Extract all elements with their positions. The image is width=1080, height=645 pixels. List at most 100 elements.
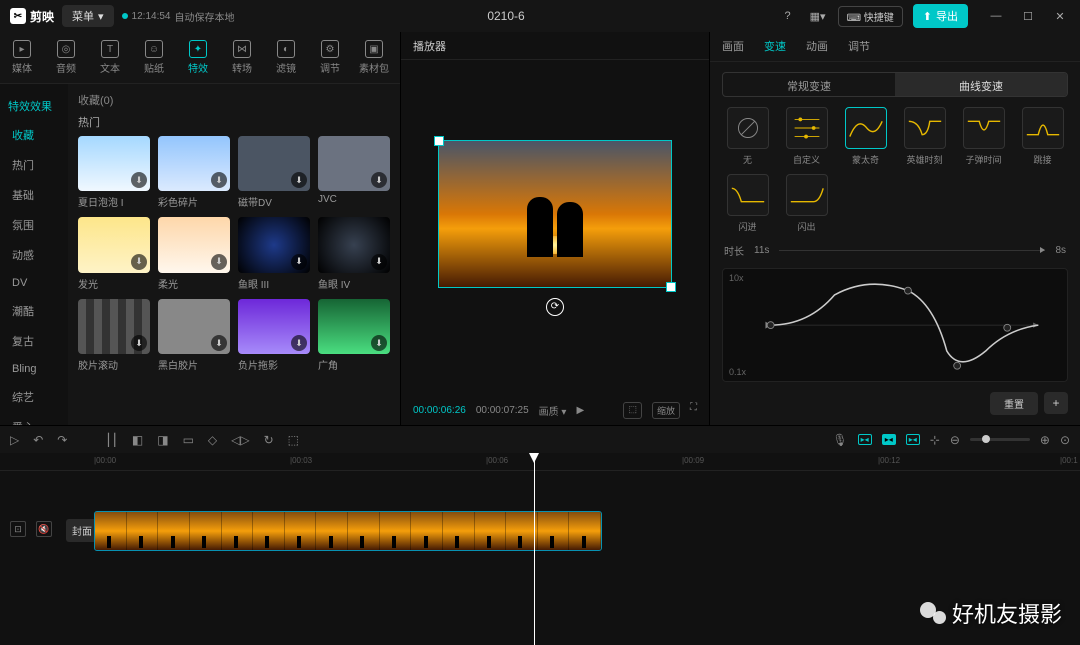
download-icon[interactable]: ⬇ <box>371 172 387 188</box>
curve-jump[interactable]: 跳接 <box>1017 107 1068 166</box>
snap-track-icon[interactable]: ▸◂ <box>906 434 920 445</box>
prop-tab-speed[interactable]: 变速 <box>764 38 786 54</box>
redo-icon[interactable]: ↷ <box>57 433 67 447</box>
effect-item[interactable]: ⬇鱼眼 III <box>238 217 310 290</box>
cat-retro[interactable]: 复古 <box>0 326 68 356</box>
menu-button[interactable]: 菜单 ▾ <box>62 5 114 27</box>
download-icon[interactable]: ⬇ <box>131 335 147 351</box>
freeze-icon[interactable]: ◇ <box>208 433 217 447</box>
download-icon[interactable]: ⬇ <box>371 254 387 270</box>
effect-item[interactable]: ⬇负片拖影 <box>238 299 310 372</box>
prop-tab-anim[interactable]: 动画 <box>806 38 828 54</box>
split-icon[interactable]: ⎮⎮ <box>105 433 118 447</box>
effect-item[interactable]: ⬇鱼眼 IV <box>318 217 390 290</box>
download-icon[interactable]: ⬇ <box>371 335 387 351</box>
download-icon[interactable]: ⬇ <box>291 335 307 351</box>
curve-montage[interactable]: 蒙太奇 <box>840 107 891 166</box>
cat-bling[interactable]: Bling <box>0 356 68 382</box>
layout-icon[interactable]: ▦▾ <box>808 6 828 26</box>
effect-item[interactable]: ⬇黑白胶片 <box>158 299 230 372</box>
help-icon[interactable]: ? <box>778 6 798 26</box>
selection-tool-icon[interactable]: ▷ <box>10 433 19 447</box>
delete-right-icon[interactable]: ◨ <box>157 433 168 447</box>
compare-icon[interactable]: ⬚ <box>623 402 642 419</box>
zoom-fit-icon[interactable]: ⊙ <box>1060 433 1070 447</box>
effect-item[interactable]: ⬇广角 <box>318 299 390 372</box>
lock-track-icon[interactable]: ⊡ <box>10 521 26 537</box>
rotate-icon[interactable]: ↻ <box>264 433 274 447</box>
snap-on-icon[interactable]: ▸◂ <box>882 434 896 445</box>
zoom-out-icon[interactable]: ⊖ <box>950 433 960 447</box>
tab-media[interactable]: ▸媒体 <box>0 32 44 83</box>
cat-heart[interactable]: 爱心 <box>0 412 68 425</box>
zoom-slider[interactable] <box>970 438 1030 441</box>
export-button[interactable]: ⬆ 导出 <box>913 4 968 28</box>
snap-main-icon[interactable]: ▸◂ <box>858 434 872 445</box>
quality-dropdown[interactable]: 画质 ▾ <box>539 403 567 418</box>
mirror-icon[interactable]: ◁▷ <box>231 433 249 447</box>
reset-button[interactable]: 重置 <box>990 392 1038 415</box>
video-clip[interactable] <box>94 511 602 551</box>
prop-tab-picture[interactable]: 画面 <box>722 38 744 54</box>
effect-item[interactable]: ⬇发光 <box>78 217 150 290</box>
effect-item[interactable]: ⬇彩色碎片 <box>158 136 230 209</box>
cat-favorites[interactable]: 收藏 <box>0 120 68 150</box>
shortcut-button[interactable]: ⌨ 快捷键 <box>838 6 903 27</box>
curve-none[interactable]: 无 <box>722 107 773 166</box>
cat-dynamic[interactable]: 动感 <box>0 240 68 270</box>
delete-left-icon[interactable]: ◧ <box>132 433 143 447</box>
playhead[interactable] <box>534 453 535 645</box>
tab-sticker[interactable]: ☺贴纸 <box>132 32 176 83</box>
tab-filter[interactable]: ◐滤镜 <box>264 32 308 83</box>
undo-icon[interactable]: ↶ <box>33 433 43 447</box>
cat-ambience[interactable]: 氛围 <box>0 210 68 240</box>
curve-flash-in[interactable]: 闪进 <box>722 174 773 233</box>
cat-dv[interactable]: DV <box>0 270 68 296</box>
add-point-button[interactable]: + <box>1044 392 1068 414</box>
crop-icon[interactable]: ⬚ <box>288 433 299 447</box>
delete-icon[interactable]: ▭ <box>183 433 194 447</box>
prop-tab-adjust[interactable]: 调节 <box>848 38 870 54</box>
seg-normal-speed[interactable]: 常规变速 <box>723 73 895 96</box>
tab-audio[interactable]: ◎音频 <box>44 32 88 83</box>
play-icon[interactable]: ▶ <box>576 405 584 416</box>
seg-curve-speed[interactable]: 曲线变速 <box>895 73 1067 96</box>
curve-bullet[interactable]: 子弹时间 <box>958 107 1009 166</box>
tab-effect[interactable]: ✦特效 <box>176 32 220 83</box>
tab-transition[interactable]: ⋈转场 <box>220 32 264 83</box>
download-icon[interactable]: ⬇ <box>211 254 227 270</box>
preview-frame[interactable] <box>438 140 672 288</box>
tab-adjust[interactable]: ⚙调节 <box>308 32 352 83</box>
effect-item[interactable]: ⬇胶片滚动 <box>78 299 150 372</box>
fullscreen-icon[interactable]: ⛶ <box>690 402 697 419</box>
download-icon[interactable]: ⬇ <box>131 254 147 270</box>
effect-item[interactable]: ⬇JVC <box>318 136 390 209</box>
close-icon[interactable]: ✕ <box>1050 6 1070 26</box>
zoom-in-icon[interactable]: ⊕ <box>1040 433 1050 447</box>
cat-basic[interactable]: 基础 <box>0 180 68 210</box>
speed-graph[interactable]: 10x 0.1x <box>722 268 1068 382</box>
timeline-ruler[interactable]: |00:00 |00:03 |00:06 |00:09 |00:12 |00:1 <box>0 453 1080 471</box>
download-icon[interactable]: ⬇ <box>291 254 307 270</box>
cat-trendy[interactable]: 潮酷 <box>0 296 68 326</box>
curve-flash-out[interactable]: 闪出 <box>781 174 832 233</box>
download-icon[interactable]: ⬇ <box>291 172 307 188</box>
maximize-icon[interactable]: ☐ <box>1018 6 1038 26</box>
cat-hot[interactable]: 热门 <box>0 150 68 180</box>
minimize-icon[interactable]: — <box>986 6 1006 26</box>
download-icon[interactable]: ⬇ <box>131 172 147 188</box>
download-icon[interactable]: ⬇ <box>211 172 227 188</box>
curve-hero[interactable]: 英雄时刻 <box>899 107 950 166</box>
tab-text[interactable]: T文本 <box>88 32 132 83</box>
mic-icon[interactable]: 🎙 <box>832 433 847 447</box>
effect-item[interactable]: ⬇夏日泡泡 I <box>78 136 150 209</box>
effect-item[interactable]: ⬇磁带DV <box>238 136 310 209</box>
cat-variety[interactable]: 综艺 <box>0 382 68 412</box>
mute-track-icon[interactable]: 🔇 <box>36 521 52 537</box>
tab-pack[interactable]: ▣素材包 <box>352 32 396 83</box>
scale-button[interactable]: 缩放 <box>652 402 680 419</box>
preview-axis-icon[interactable]: ⊹ <box>930 433 940 447</box>
download-icon[interactable]: ⬇ <box>211 335 227 351</box>
effect-item[interactable]: ⬇柔光 <box>158 217 230 290</box>
rotate-handle-icon[interactable]: ⟳ <box>546 298 564 316</box>
